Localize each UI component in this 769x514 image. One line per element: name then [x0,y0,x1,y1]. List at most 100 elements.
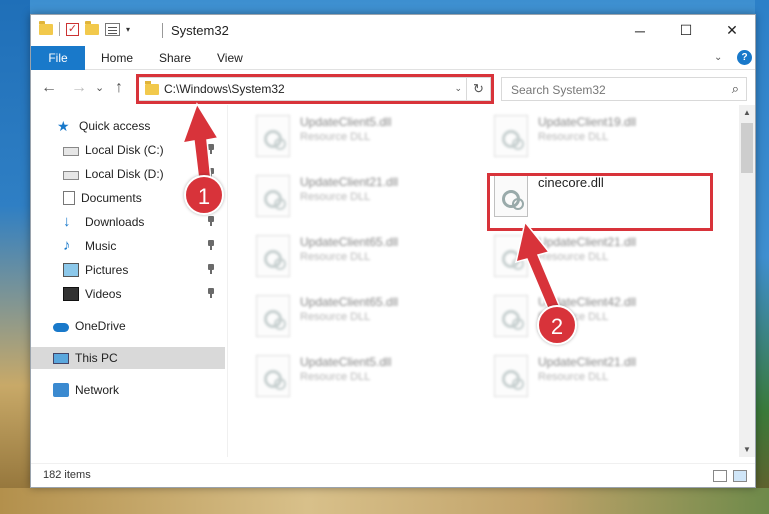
tab-file[interactable]: File [31,46,85,70]
minimize-button[interactable]: ─ [617,15,663,46]
file-name: UpdateClient21.dll [300,175,399,189]
customize-toolbar-dropdown-icon[interactable]: ▾ [126,25,130,34]
disk-icon [63,171,79,180]
back-button[interactable]: ← [41,79,57,97]
list-item-cinecore[interactable]: cinecore.dll [466,171,696,221]
sidebar-item-downloads[interactable]: ↓ Downloads [31,211,225,233]
file-name: UpdateClient65.dll [300,295,399,309]
sidebar-item-label: Local Disk (C:) [85,143,164,157]
sidebar-item-pictures[interactable]: Pictures [31,259,225,281]
cloud-icon [53,323,69,332]
maximize-button[interactable]: ☐ [663,15,709,46]
list-item[interactable]: UpdateClient19.dll Resource DLL [466,111,696,161]
sidebar-item-quick-access[interactable]: ★ Quick access [31,115,225,137]
sidebar-item-label: Videos [85,287,122,301]
file-type: Resource DLL [300,191,371,203]
file-list: UpdateClient5.dll Resource DLL UpdateCli… [228,105,738,457]
search-box[interactable]: Search System32 ⌕ [501,77,747,101]
pin-icon [207,144,215,154]
sidebar-item-videos[interactable]: Videos [31,283,225,305]
address-dropdown-icon[interactable]: ⌄ [454,83,462,94]
sidebar-item-local-disk-c[interactable]: Local Disk (C:) [31,139,225,161]
videos-icon [63,287,79,301]
sidebar-item-network[interactable]: Network [31,379,225,401]
dll-file-icon [256,115,290,157]
navigation-pane: ★ Quick access Local Disk (C:) Local Dis… [31,105,227,457]
quick-access-toolbar: ✓ ▾ [39,20,130,36]
up-button[interactable]: ↑ [115,79,123,97]
sidebar-item-label: Pictures [85,263,129,277]
status-bar: 182 items [31,463,755,487]
dll-file-icon [256,175,290,217]
navigation-bar: ← → ⌄ ↑ C:\Windows\System32 ⌄ ↻ Search S… [31,71,755,105]
scroll-down-icon[interactable]: ▼ [743,445,751,454]
pin-icon [207,240,215,250]
file-type: Resource DLL [538,131,609,143]
desktop-background-right [755,0,769,514]
file-type: Resource DLL [300,251,371,263]
file-name: cinecore.dll [538,175,604,190]
folder-icon [145,81,159,95]
tab-home[interactable]: Home [101,51,133,65]
tab-share[interactable]: Share [159,51,191,65]
file-type: Resource DLL [300,371,371,383]
large-icons-view-icon[interactable] [733,470,747,482]
new-folder-icon[interactable] [85,20,99,35]
title-divider [162,23,163,38]
address-path[interactable]: C:\Windows\System32 [164,82,285,96]
sidebar-item-label: Local Disk (D:) [85,167,164,181]
close-button[interactable]: ✕ [709,15,755,46]
sidebar-item-label: Quick access [79,119,151,133]
file-name: UpdateClient5.dll [300,355,392,369]
folder-icon [39,20,53,35]
pictures-icon [63,263,79,277]
list-item[interactable]: UpdateClient21.dll Resource DLL [228,171,458,221]
downloads-icon: ↓ [63,213,71,230]
file-name: UpdateClient21.dll [538,235,637,249]
sidebar-item-label: Downloads [85,215,145,229]
list-item[interactable]: UpdateClient42.dll Resource DLL [466,291,696,341]
properties-check-icon[interactable]: ✓ [66,22,79,36]
sidebar-item-music[interactable]: ♪ Music [31,235,225,257]
scroll-thumb[interactable] [741,123,753,173]
sidebar-item-label: Music [85,239,117,253]
dll-file-icon [494,175,528,217]
details-view-icon[interactable] [713,470,727,482]
list-item[interactable]: UpdateClient21.dll Resource DLL [466,231,696,281]
list-item[interactable]: UpdateClient5.dll Resource DLL [228,111,458,161]
dll-file-icon [494,115,528,157]
pin-icon [207,264,215,274]
refresh-button[interactable]: ↻ [466,78,490,100]
dll-file-icon [256,235,290,277]
search-placeholder[interactable]: Search System32 [511,83,606,97]
list-item[interactable]: UpdateClient21.dll Resource DLL [466,351,696,401]
step-1-badge: 1 [184,175,224,215]
list-item[interactable]: UpdateClient65.dll Resource DLL [228,291,458,341]
properties-icon[interactable] [105,22,120,36]
dll-file-icon [494,235,528,277]
forward-button[interactable]: → [71,79,87,97]
file-explorer-window: ✓ ▾ System32 ─ ☐ ✕ File Home Share View … [30,14,756,488]
sidebar-item-label: This PC [75,351,118,365]
documents-icon [63,191,75,205]
expand-ribbon-icon[interactable]: ⌄ [714,52,722,63]
list-item[interactable]: UpdateClient5.dll Resource DLL [228,351,458,401]
vertical-scrollbar[interactable]: ▲ ▼ [739,105,755,457]
ribbon: File Home Share View ⌄ ? [31,46,755,70]
help-icon[interactable]: ? [737,50,752,65]
sidebar-item-label: Network [75,383,120,397]
sidebar-item-onedrive[interactable]: OneDrive [31,315,225,337]
file-name: UpdateClient65.dll [300,235,399,249]
scroll-up-icon[interactable]: ▲ [743,108,751,117]
sidebar-item-this-pc[interactable]: This PC [31,347,225,369]
file-name: UpdateClient5.dll [300,115,392,129]
computer-icon [53,352,69,364]
title-bar: ✓ ▾ System32 ─ ☐ ✕ [31,15,755,46]
address-bar[interactable]: C:\Windows\System32 ⌄ ↻ [138,77,491,101]
file-type: Resource DLL [300,131,371,143]
file-name: UpdateClient19.dll [538,115,637,129]
list-item[interactable]: UpdateClient65.dll Resource DLL [228,231,458,281]
disk-icon [63,147,79,156]
tab-view[interactable]: View [217,51,243,65]
recent-locations-button[interactable]: ⌄ [95,81,104,94]
